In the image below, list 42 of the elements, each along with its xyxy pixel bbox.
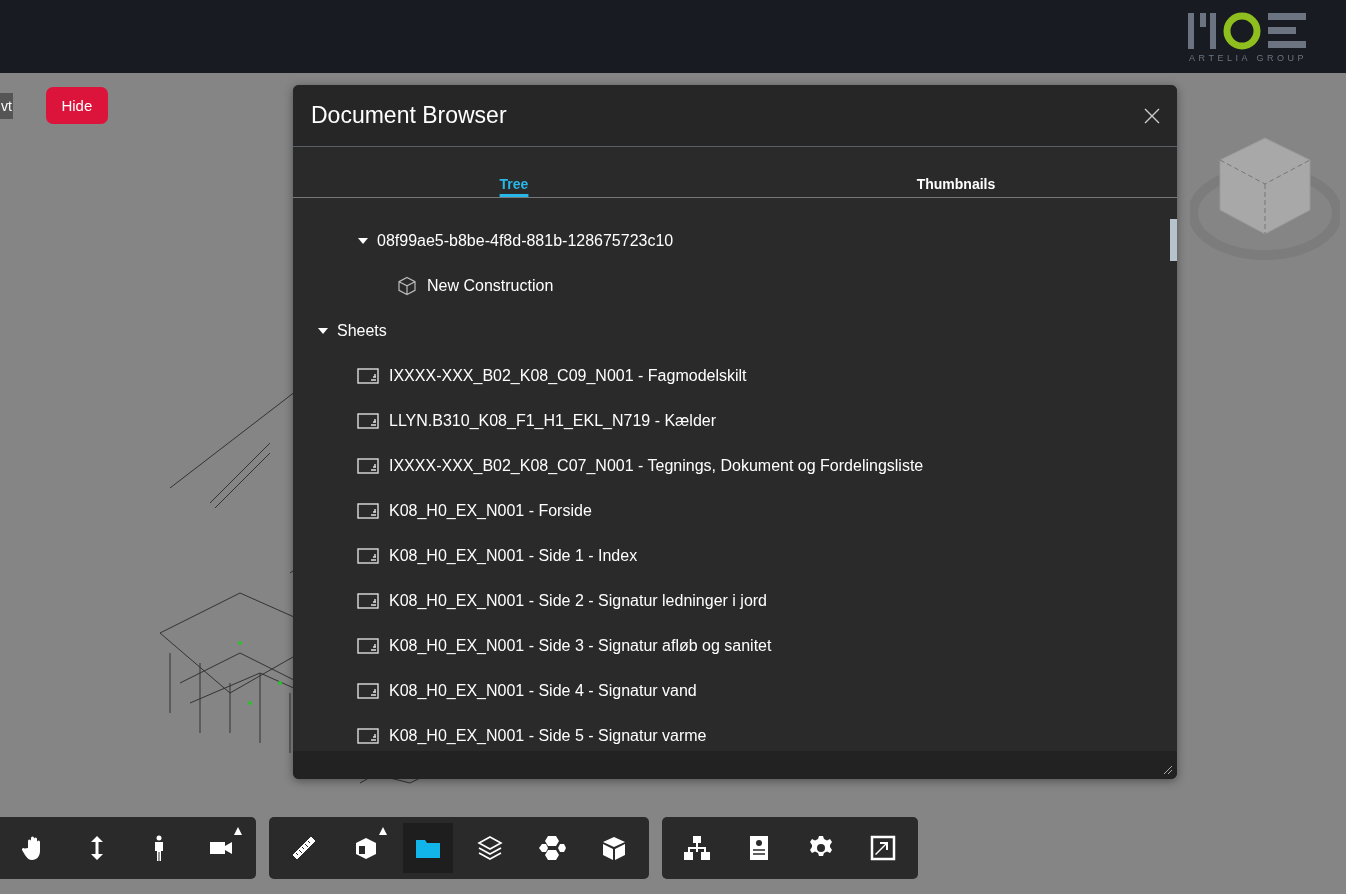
tab[interactable]: Thumbnails (735, 147, 1177, 197)
logo-icon (1188, 10, 1308, 51)
sheet-icon (357, 727, 379, 744)
toolbar-button[interactable] (403, 823, 453, 873)
scrollbar-thumb[interactable] (1170, 219, 1177, 261)
sheet-icon (357, 547, 379, 564)
dropdown-indicator-icon (379, 827, 387, 835)
person-icon (154, 835, 164, 861)
hexagons-icon (538, 834, 566, 862)
tree-item[interactable]: K08_H0_EX_N001 - Side 1 - Index (389, 546, 638, 565)
tree-item[interactable]: IXXXX-XXX_B02_K08_C07_N001 - Tegnings, Dokument og Fordelingsliste (389, 456, 924, 475)
sheet-icon (357, 682, 379, 699)
side-label: vt (0, 92, 13, 119)
layers-icon (476, 834, 504, 862)
close-icon[interactable] (1144, 107, 1160, 124)
sheet-icon (357, 592, 379, 609)
tree-item[interactable]: LLYN.B310_K08_F1_H1_EKL_N719 - Kælder (389, 411, 717, 430)
sheet-icon (357, 412, 379, 429)
sheet-icon (357, 367, 379, 384)
tree-item[interactable]: K08_H0_EX_N001 - Side 2 - Signatur ledninger i jord (389, 591, 767, 610)
tree-item[interactable]: 08f99ae5-b8be-4f8d-881b-128675723c10 (377, 231, 674, 250)
cube-icon (600, 834, 628, 862)
tab[interactable]: Tree (293, 147, 735, 197)
sheet-icon (357, 502, 379, 519)
ruler-icon (290, 834, 318, 862)
expand-icon (869, 834, 897, 862)
dropdown-indicator-icon (234, 827, 242, 835)
dialog-title: Document Browser (311, 102, 507, 129)
cube-icon (397, 275, 417, 296)
tree-item[interactable]: Sheets (337, 321, 387, 340)
logo-caption: ARTELIA GROUP (1189, 52, 1307, 63)
tree-item[interactable]: K08_H0_EX_N001 - Side 3 - Signatur afløb og sanitet (389, 636, 772, 655)
tree-item[interactable]: K08_H0_EX_N001 - Forside (389, 501, 592, 520)
sheet-icon (357, 637, 379, 654)
hierarchy-icon (683, 834, 711, 862)
tree-item[interactable]: New Construction (427, 276, 554, 295)
tree-item[interactable]: K08_H0_EX_N001 - Side 5 - Signatur varme (389, 726, 707, 745)
tree-item[interactable]: IXXXX-XXX_B02_K08_C09_N001 - Fagmodelskilt (389, 366, 747, 385)
sheet-icon (357, 457, 379, 474)
hide-button[interactable]: Hide (45, 87, 108, 124)
resize-grip-icon[interactable] (1163, 765, 1173, 775)
tree-item[interactable]: K08_H0_EX_N001 - Side 4 - Signatur vand (389, 681, 697, 700)
